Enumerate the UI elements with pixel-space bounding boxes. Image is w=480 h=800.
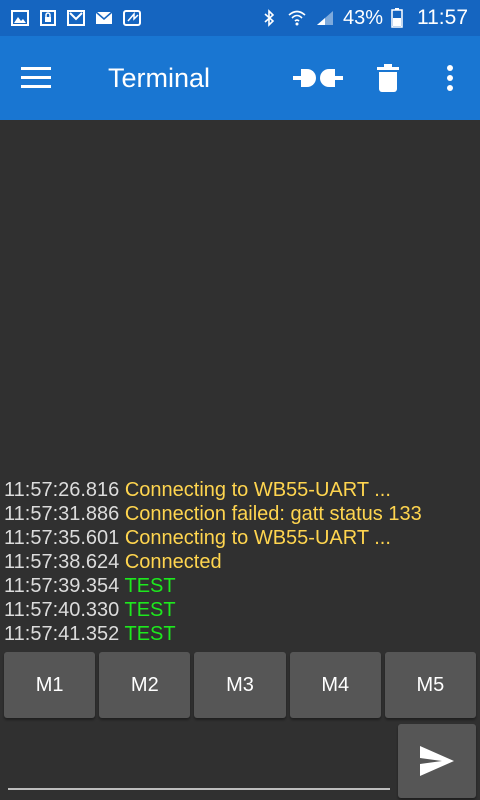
overflow-icon <box>447 65 453 91</box>
log-list: 11:57:26.816 Connecting to WB55-UART ...… <box>4 478 476 646</box>
delete-icon <box>377 64 399 92</box>
log-line: 11:57:26.816 Connecting to WB55-UART ... <box>4 478 476 502</box>
log-message: TEST <box>124 599 176 621</box>
gmail-icon <box>67 10 85 26</box>
log-message: Connecting to WB55-UART ... <box>124 479 391 501</box>
lock-icon <box>40 10 56 26</box>
menu-button[interactable] <box>0 36 72 120</box>
input-row <box>0 722 480 800</box>
battery-percent: 43% <box>342 6 383 29</box>
log-line: 11:57:41.352 TEST <box>4 622 476 646</box>
log-message: Connection failed: gatt status 133 <box>124 503 422 525</box>
log-message: TEST <box>124 575 176 597</box>
system-icons: 43% 11:57 <box>259 6 468 30</box>
macro-button-m5[interactable]: M5 <box>384 652 477 718</box>
nfc-icon <box>123 10 141 26</box>
log-message: Connected <box>124 551 222 573</box>
log-message: TEST <box>124 623 176 645</box>
log-line: 11:57:39.354 TEST <box>4 574 476 598</box>
log-timestamp: 11:57:39.354 <box>4 575 120 597</box>
signal-icon <box>316 11 333 25</box>
log-timestamp: 11:57:35.601 <box>4 527 120 549</box>
log-line: 11:57:40.330 TEST <box>4 598 476 622</box>
log-timestamp: 11:57:40.330 <box>4 599 120 621</box>
overflow-menu-button[interactable] <box>420 36 480 120</box>
notification-icons <box>10 9 142 27</box>
send-text-input[interactable] <box>8 732 390 790</box>
macro-button-m1[interactable]: M1 <box>4 652 96 718</box>
log-timestamp: 11:57:26.816 <box>4 479 120 501</box>
mail-icon <box>95 11 113 24</box>
macro-button-m3[interactable]: M3 <box>194 652 286 718</box>
log-message: Connecting to WB55-UART ... <box>124 527 391 549</box>
clock: 11:57 <box>417 6 468 29</box>
connect-icon <box>293 69 343 87</box>
macro-button-m2[interactable]: M2 <box>99 652 191 718</box>
image-icon <box>11 10 29 26</box>
send-icon <box>420 746 454 776</box>
macro-button-m4[interactable]: M4 <box>289 652 381 718</box>
log-timestamp: 11:57:38.624 <box>4 551 120 573</box>
send-button[interactable] <box>398 724 476 798</box>
menu-icon <box>21 67 51 88</box>
log-line: 11:57:31.886 Connection failed: gatt sta… <box>4 502 476 526</box>
page-title: Terminal <box>108 62 211 93</box>
app-bar: Terminal <box>0 36 480 120</box>
log-timestamp: 11:57:41.352 <box>4 623 120 645</box>
log-line: 11:57:38.624 Connected <box>4 550 476 574</box>
terminal-output[interactable]: 11:57:26.816 Connecting to WB55-UART ...… <box>0 120 480 648</box>
clear-button[interactable] <box>356 36 420 120</box>
bluetooth-icon <box>264 9 275 27</box>
macro-button-bar: M1 M2 M3 M4 M5 <box>0 650 480 722</box>
status-bar: 43% 11:57 <box>0 0 480 36</box>
wifi-icon <box>288 10 306 26</box>
log-timestamp: 11:57:31.886 <box>4 503 120 525</box>
battery-icon <box>391 8 403 28</box>
log-line: 11:57:35.601 Connecting to WB55-UART ... <box>4 526 476 550</box>
connect-button[interactable] <box>280 36 356 120</box>
